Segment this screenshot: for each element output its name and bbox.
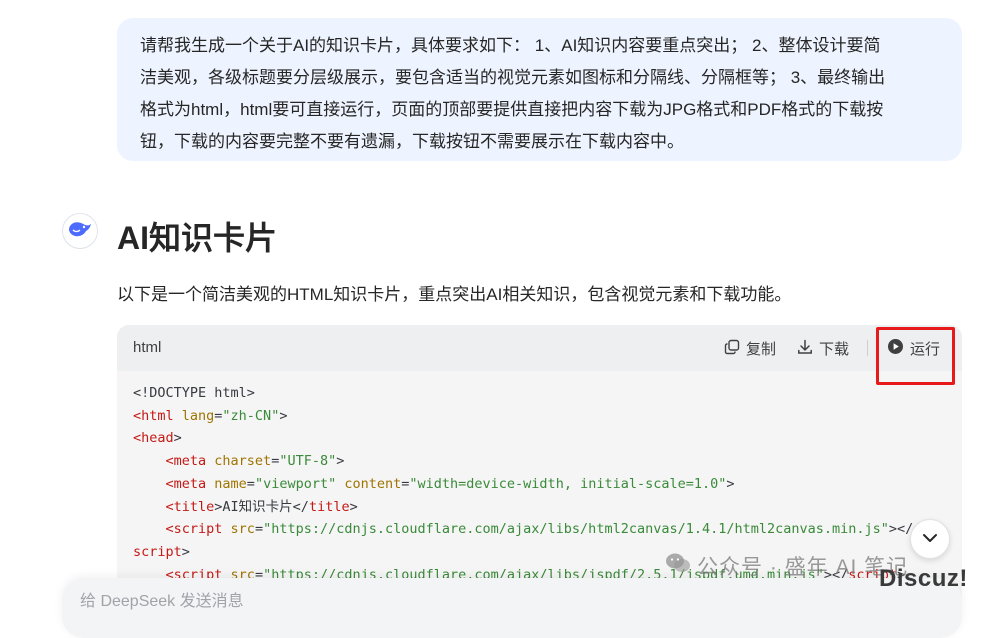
user-message-line: 请帮我生成一个关于AI的知识卡片，具体要求如下： 1、AI知识内容要重点突出； … — [140, 36, 881, 55]
chevron-down-icon — [922, 530, 938, 548]
run-button-label: 运行 — [910, 341, 941, 358]
copy-icon — [724, 339, 740, 359]
message-composer — [62, 578, 962, 638]
code-token: "https://cdnjs.cloudflare.com/ajax/libs/… — [263, 521, 889, 538]
code-token: = — [246, 475, 255, 492]
code-token: "viewport" — [254, 475, 337, 492]
watermark: 公众号 · 盛年 AI 笔记 — [665, 551, 908, 581]
code-token: > — [336, 453, 345, 470]
code-line: <html lang="zh-CN"> — [133, 405, 953, 428]
code-token: <head — [133, 430, 174, 447]
code-token: charset — [206, 453, 272, 470]
code-token: content — [336, 475, 402, 492]
download-icon — [797, 339, 813, 359]
code-token: > — [349, 498, 358, 515]
code-token: >AI知识卡片</ — [214, 498, 309, 515]
code-line: <meta name="viewport" content="width=dev… — [133, 473, 953, 496]
copy-button-label: 复制 — [746, 341, 777, 358]
code-token: <meta — [165, 475, 207, 492]
code-token: > — [726, 475, 735, 492]
assistant-avatar — [62, 213, 98, 249]
user-message-line: 洁美观，各级标题要分层级展示，要包含适当的视觉元素如图标和分隔线、分隔框等； 3… — [140, 68, 886, 87]
code-token: > — [279, 407, 288, 424]
code-token: name — [206, 475, 247, 492]
deepseek-whale-icon — [67, 219, 93, 244]
download-button[interactable]: 下载 — [797, 338, 849, 359]
code-token: lang — [173, 407, 215, 424]
code-token: <title — [165, 498, 215, 515]
code-token: "width=device-width, initial-scale=1.0" — [409, 475, 727, 492]
wechat-icon — [665, 552, 691, 580]
code-token: > — [173, 430, 182, 447]
code-token: "zh-CN" — [222, 407, 280, 424]
watermark-text: 公众号 · 盛年 AI 笔记 — [697, 556, 909, 579]
answer-title: AI知识卡片 — [117, 220, 278, 256]
code-token: <meta — [165, 453, 207, 470]
code-token: src — [222, 521, 255, 538]
code-language-label: html — [133, 339, 162, 356]
code-token: script — [133, 543, 182, 560]
code-line: <meta charset="UTF-8"> — [133, 450, 953, 473]
code-token: <!DOCTYPE html> — [133, 385, 255, 401]
toolbar-divider — [867, 340, 868, 356]
code-line: <title>AI知识卡片</title> — [133, 496, 953, 519]
code-token: title — [308, 498, 350, 515]
code-line: <!DOCTYPE html> — [133, 382, 953, 405]
code-token: <html — [133, 407, 174, 424]
code-token: <script — [165, 521, 223, 538]
user-message-bubble: 请帮我生成一个关于AI的知识卡片，具体要求如下： 1、AI知识内容要重点突出； … — [117, 18, 962, 161]
code-token: "UTF-8" — [279, 453, 337, 470]
code-line: <head> — [133, 427, 953, 450]
code-block-header: html 复制 下载 运行 — [117, 325, 962, 371]
code-token: = — [254, 521, 264, 538]
download-button-label: 下载 — [819, 341, 850, 358]
run-button[interactable]: 运行 — [887, 338, 940, 359]
message-input[interactable] — [78, 592, 782, 612]
copy-button[interactable]: 复制 — [724, 338, 776, 359]
scroll-to-bottom-button[interactable] — [910, 519, 950, 559]
code-token: > — [181, 543, 190, 560]
user-message-line: 钮，下载的内容要完整不要有遗漏，下载按钮不需要展示在下载内容中。 — [140, 132, 684, 151]
answer-intro: 以下是一个简洁美观的HTML知识卡片，重点突出AI相关知识，包含视觉元素和下载功… — [117, 285, 792, 304]
forum-watermark: Discuz! — [879, 565, 968, 592]
code-line: <script src="https://cdnjs.cloudflare.co… — [133, 518, 953, 541]
user-message-line: 格式为html，html要可直接运行，页面的顶部要提供直接把内容下载为JPG格式… — [140, 100, 884, 119]
play-circle-icon — [887, 338, 904, 359]
